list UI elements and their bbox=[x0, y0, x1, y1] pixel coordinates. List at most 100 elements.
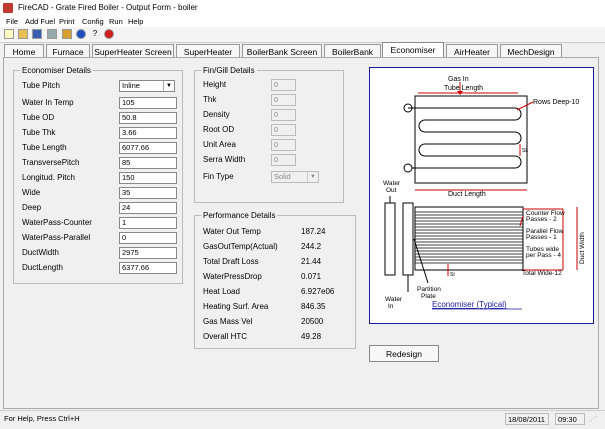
tube-od-input[interactable]: 50.8 bbox=[119, 112, 177, 124]
perf-label: Heating Surf. Area bbox=[203, 302, 269, 311]
field-label: Tube OD bbox=[22, 113, 55, 122]
tab-furnace[interactable]: Furnace bbox=[46, 44, 90, 58]
duct-length-input[interactable]: 6377.66 bbox=[119, 262, 177, 274]
field-label: Tube Length bbox=[22, 143, 67, 152]
serra-width-input[interactable]: 0 bbox=[271, 154, 296, 166]
save-icon[interactable] bbox=[32, 29, 42, 39]
tab-boilerbank[interactable]: BoilerBank bbox=[324, 44, 381, 58]
fin-type-label: Fin Type bbox=[203, 172, 234, 181]
field-label: Density bbox=[203, 110, 230, 119]
menu-help[interactable]: Help bbox=[128, 17, 143, 26]
transverse-pitch-input[interactable]: 85 bbox=[119, 157, 177, 169]
tab-bar: Home Furnace SuperHeater Screen SuperHea… bbox=[0, 42, 605, 58]
chevron-down-icon[interactable]: ▼ bbox=[163, 81, 174, 91]
deep-input[interactable]: 24 bbox=[119, 202, 177, 214]
inlet-header bbox=[402, 202, 414, 276]
resize-grip-icon[interactable]: ⋰ bbox=[590, 415, 602, 427]
tube-thk-input[interactable]: 3.66 bbox=[119, 127, 177, 139]
help-icon[interactable]: ? bbox=[90, 29, 100, 39]
waterpass-parallel-input[interactable]: 0 bbox=[119, 232, 177, 244]
menu-config[interactable]: Config bbox=[82, 17, 104, 26]
tab-home[interactable]: Home bbox=[4, 44, 44, 58]
longitudinal-pitch-input[interactable]: 150 bbox=[119, 172, 177, 184]
partition-label-2: Plate bbox=[421, 293, 436, 300]
chevron-down-icon[interactable]: ▼ bbox=[307, 172, 318, 182]
total-wide-label: Total Wide-12 bbox=[522, 270, 562, 277]
root-od-input[interactable]: 0 bbox=[271, 124, 296, 136]
tube-pitch-select[interactable]: Inline ▼ bbox=[119, 80, 175, 92]
parallel-flow-label-2: Passes - 1 bbox=[526, 234, 557, 241]
menu-print[interactable]: Print bbox=[59, 17, 74, 26]
fin-density-input[interactable]: 0 bbox=[271, 109, 296, 121]
field-label: TransversePitch bbox=[22, 158, 80, 167]
run-icon[interactable] bbox=[76, 29, 86, 39]
water-in-label-1: Water bbox=[385, 296, 403, 303]
redesign-button[interactable]: Redesign bbox=[369, 345, 439, 362]
tube-pitch-value: Inline bbox=[122, 81, 140, 90]
menu-file[interactable]: File bbox=[6, 17, 18, 26]
field-label: Tube Thk bbox=[22, 128, 56, 137]
tab-airheater[interactable]: AirHeater bbox=[446, 44, 498, 58]
field-label: Water In Temp bbox=[22, 98, 74, 107]
status-date: 18/08/2011 bbox=[505, 413, 549, 425]
print-icon[interactable] bbox=[47, 29, 57, 39]
field-label: DuctWidth bbox=[22, 248, 59, 257]
field-label: Thk bbox=[203, 95, 217, 104]
perf-label: Total Draft Loss bbox=[203, 257, 259, 266]
tab-boilerbank-screen[interactable]: BoilerBank Screen bbox=[242, 44, 322, 58]
tube-length-label: Tube Length bbox=[444, 85, 483, 92]
tab-economiser[interactable]: Economiser bbox=[382, 42, 444, 58]
field-label: Wide bbox=[22, 188, 41, 197]
sl-label: SL bbox=[522, 148, 528, 154]
tab-superheater-screen[interactable]: SuperHeater Screen bbox=[92, 44, 174, 58]
menu-bar: File Add Fuel Print Config Run Help bbox=[0, 16, 605, 27]
fin-type-select[interactable]: Solid ▼ bbox=[271, 171, 319, 183]
tube-pitch-label: Tube Pitch bbox=[22, 81, 60, 90]
gas-mass-vel-value: 20500 bbox=[301, 317, 324, 326]
heating-surf-area-value: 846.35 bbox=[301, 302, 326, 311]
waterpass-counter-input[interactable]: 1 bbox=[119, 217, 177, 229]
fin-thk-input[interactable]: 0 bbox=[271, 94, 296, 106]
side-tube-lines bbox=[415, 211, 523, 264]
open-icon[interactable] bbox=[18, 29, 28, 39]
unit-area-input[interactable]: 0 bbox=[271, 139, 296, 151]
overall-htc-value: 49.28 bbox=[301, 332, 322, 341]
header-outlet-circle bbox=[403, 163, 413, 173]
outlet-header bbox=[384, 202, 396, 276]
water-out-label-1: Water bbox=[383, 180, 401, 187]
duct-width-label: Duct Width bbox=[579, 232, 586, 264]
fin-height-input[interactable]: 0 bbox=[271, 79, 296, 91]
gas-out-temp-value: 244.2 bbox=[301, 242, 322, 251]
side-duct-outline bbox=[414, 206, 524, 271]
fuel-icon[interactable] bbox=[62, 29, 72, 39]
duct-width-input[interactable]: 2975 bbox=[119, 247, 177, 259]
toolbar: ? bbox=[0, 27, 605, 43]
water-in-label-2: In bbox=[388, 303, 394, 310]
status-help-text: For Help, Press Ctrl+H bbox=[4, 414, 80, 423]
serpentine-tubes bbox=[412, 107, 522, 169]
fin-type-value: Solid bbox=[274, 172, 291, 181]
water-press-drop-value: 0.071 bbox=[301, 272, 322, 281]
counter-flow-label-2: Passes - 2 bbox=[526, 216, 557, 223]
perf-label: Heat Load bbox=[203, 287, 240, 296]
gas-in-label: Gas In bbox=[448, 76, 469, 83]
partition-label-1: Partition bbox=[417, 286, 441, 293]
tab-superheater[interactable]: SuperHeater bbox=[176, 44, 240, 58]
field-label: Height bbox=[203, 80, 227, 89]
field-label: Unit Area bbox=[203, 140, 236, 149]
app-icon bbox=[3, 3, 13, 13]
economiser-diagram-svg: Gas In Tube Length Rows Deep-10 SL Duct … bbox=[383, 76, 586, 310]
menu-run[interactable]: Run bbox=[109, 17, 123, 26]
menu-add-fuel[interactable]: Add Fuel bbox=[25, 17, 55, 26]
water-out-label-2: Out bbox=[386, 187, 397, 194]
water-out-temp-value: 187.24 bbox=[301, 227, 326, 236]
tab-mechdesign[interactable]: MechDesign bbox=[500, 44, 562, 58]
water-in-temp-input[interactable]: 105 bbox=[119, 97, 177, 109]
exit-icon[interactable] bbox=[104, 29, 114, 39]
wide-input[interactable]: 35 bbox=[119, 187, 177, 199]
tubes-wide-label-2: per Pass - 4 bbox=[526, 252, 561, 259]
status-time: 09:30 bbox=[555, 413, 585, 425]
tube-length-input[interactable]: 6077.66 bbox=[119, 142, 177, 154]
new-icon[interactable] bbox=[4, 29, 14, 39]
window-title: FireCAD - Grate Fired Boiler - Output Fo… bbox=[18, 3, 198, 12]
